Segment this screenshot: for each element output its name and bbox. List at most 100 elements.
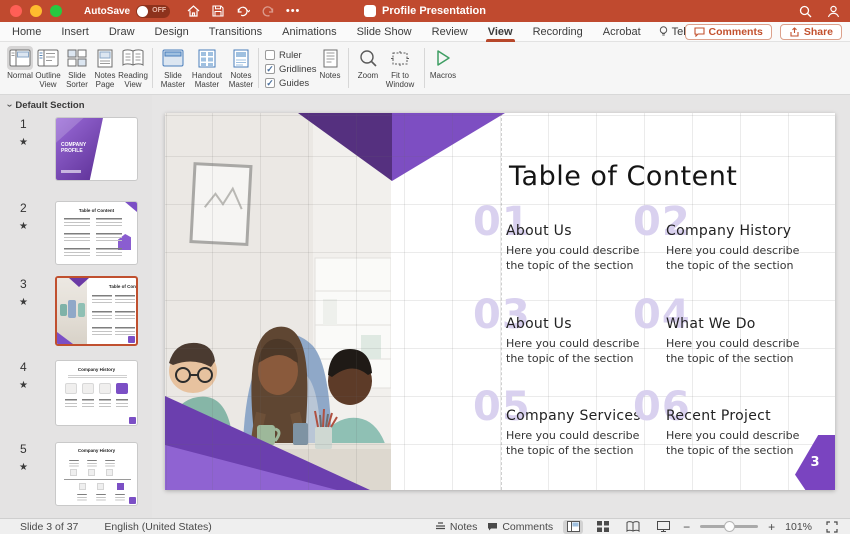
handout-master-button[interactable]: Handout Master — [190, 46, 224, 89]
home-icon[interactable] — [186, 4, 200, 18]
toc-item-2-desc: Here you could describe the topic of the… — [666, 243, 818, 273]
notes-master-button[interactable]: Notes Master — [226, 46, 256, 89]
slide-canvas[interactable]: Table of Content 01 About Us Here you co… — [165, 113, 835, 490]
tab-insert[interactable]: Insert — [51, 22, 99, 42]
slide-2-number: 2 — [20, 201, 27, 215]
comments-toggle[interactable]: Comments — [487, 521, 553, 533]
notes-page-button[interactable]: Notes Page — [90, 46, 120, 89]
zoom-slider[interactable] — [700, 525, 758, 528]
slide-page-number: 3 — [810, 455, 819, 470]
minimize-window-button[interactable] — [30, 5, 42, 17]
autosave-switch[interactable]: OFF — [136, 5, 170, 18]
tab-view[interactable]: View — [478, 22, 523, 42]
slide-title[interactable]: Table of Content — [509, 161, 737, 192]
toc-item-3[interactable]: 03 About Us Here you could describe the … — [473, 292, 653, 378]
normal-view-icon — [7, 46, 33, 70]
gridlines-checkbox-box[interactable]: ✓ — [265, 64, 275, 74]
tab-review[interactable]: Review — [422, 22, 478, 42]
zoom-button[interactable]: Zoom — [353, 46, 383, 81]
language-indicator[interactable]: English (United States) — [104, 521, 211, 533]
slide-5-thumbnail[interactable]: Company History — [55, 442, 138, 506]
reading-view-toggle[interactable] — [623, 520, 643, 534]
ribbon-tab-bar: Home Insert Draw Design Transitions Anim… — [0, 22, 850, 42]
slide-1-thumbnail[interactable]: COMPANY PROFILE — [55, 117, 138, 181]
notes-toggle[interactable]: Notes — [435, 521, 477, 533]
ribbon: Normal Outline View Slide Sorter Notes P… — [0, 42, 850, 95]
slide-sorter-button[interactable]: Slide Sorter — [62, 46, 92, 89]
share-button[interactable]: Share — [780, 24, 842, 40]
slide-master-button[interactable]: Slide Master — [158, 46, 188, 89]
slide-2-thumbnail[interactable]: Table of Content — [55, 201, 138, 265]
reading-view-button[interactable]: Reading View — [118, 46, 148, 89]
comment-icon — [694, 27, 705, 37]
tab-slide-show[interactable]: Slide Show — [347, 22, 422, 42]
slide-4-title: Company History — [56, 367, 137, 372]
guides-checkbox-box[interactable]: ✓ — [265, 78, 275, 88]
tab-acrobat[interactable]: Acrobat — [593, 22, 651, 42]
slide-3-page-badge — [128, 336, 135, 343]
fit-to-window-button[interactable]: Fit to Window — [383, 46, 417, 89]
toc-item-1[interactable]: 01 About Us Here you could describe the … — [473, 199, 653, 285]
toc-item-6[interactable]: 06 Recent Project Here you could describ… — [633, 384, 813, 470]
tab-design[interactable]: Design — [145, 22, 199, 42]
ruler-checkbox[interactable]: Ruler — [265, 48, 317, 62]
share-button-label: Share — [804, 26, 833, 38]
slide-3-thumbnail[interactable]: Table of Content — [55, 276, 138, 346]
ruler-checkbox-box[interactable] — [265, 50, 275, 60]
document-title: Profile Presentation — [382, 5, 486, 17]
slide-4-thumbnail[interactable]: Company History — [55, 360, 138, 426]
slide-4-number: 4 — [20, 360, 27, 374]
zoom-window-button[interactable] — [50, 5, 62, 17]
guides-checkbox[interactable]: ✓ Guides — [265, 76, 317, 90]
tab-draw[interactable]: Draw — [99, 22, 145, 42]
slide-5-animation-star-icon: ★ — [19, 462, 28, 473]
share-icon — [789, 27, 800, 37]
zoom-in-button[interactable]: + — [768, 520, 775, 534]
reading-view-icon — [120, 46, 146, 70]
save-icon[interactable] — [211, 4, 225, 18]
normal-view-toggle[interactable] — [563, 520, 583, 534]
slide-1-animation-star-icon: ★ — [19, 137, 28, 148]
section-header[interactable]: › Default Section — [8, 100, 85, 111]
outline-view-button[interactable]: Outline View — [33, 46, 63, 89]
account-icon[interactable] — [826, 4, 840, 18]
zoom-slider-knob[interactable] — [724, 521, 735, 532]
toc-item-4[interactable]: 04 What We Do Here you could describe th… — [633, 292, 813, 378]
toc-item-6-desc: Here you could describe the topic of the… — [666, 428, 818, 458]
zoom-icon — [355, 46, 381, 70]
redo-icon[interactable] — [261, 4, 275, 18]
toc-item-5[interactable]: 05 Company Services Here you could descr… — [473, 384, 653, 470]
normal-view-button[interactable]: Normal — [5, 46, 35, 81]
close-window-button[interactable] — [10, 5, 22, 17]
search-icon[interactable] — [798, 4, 812, 18]
tab-transitions[interactable]: Transitions — [199, 22, 272, 42]
tab-home[interactable]: Home — [2, 22, 51, 42]
tab-recording[interactable]: Recording — [523, 22, 593, 42]
zoom-level[interactable]: 101% — [785, 521, 812, 533]
comments-button[interactable]: Comments — [685, 24, 772, 40]
autosave-toggle[interactable]: AutoSave OFF — [84, 5, 170, 18]
handout-master-icon — [194, 46, 220, 70]
slideshow-toggle[interactable] — [653, 520, 673, 534]
notes-master-icon — [228, 46, 254, 70]
toc-item-5-title: Company Services — [506, 408, 641, 424]
tab-animations[interactable]: Animations — [272, 22, 346, 42]
slide-3-number: 3 — [20, 277, 27, 291]
macros-button[interactable]: Macros — [428, 46, 458, 81]
slide-panel: › Default Section 1 ★ COMPANY PROFILE 2 … — [0, 95, 152, 518]
fit-slide-button[interactable] — [822, 520, 842, 534]
slide-sorter-toggle[interactable] — [593, 520, 613, 534]
more-commands-icon[interactable]: ••• — [286, 4, 300, 18]
slide-5-title: Company History — [56, 448, 137, 453]
editing-canvas: Table of Content 01 About Us Here you co… — [152, 95, 850, 518]
ruler-label: Ruler — [279, 50, 302, 61]
slide-5-number: 5 — [20, 442, 27, 456]
gridlines-checkbox[interactable]: ✓ Gridlines — [265, 62, 317, 76]
slide-position-indicator[interactable]: Slide 3 of 37 — [20, 521, 78, 533]
undo-icon[interactable] — [236, 4, 250, 18]
lightbulb-icon — [659, 26, 668, 38]
slide-4-page-badge — [129, 417, 136, 424]
toc-item-2[interactable]: 02 Company History Here you could descri… — [633, 199, 813, 285]
zoom-out-button[interactable]: − — [683, 520, 690, 534]
notes-button[interactable]: Notes — [315, 46, 345, 81]
